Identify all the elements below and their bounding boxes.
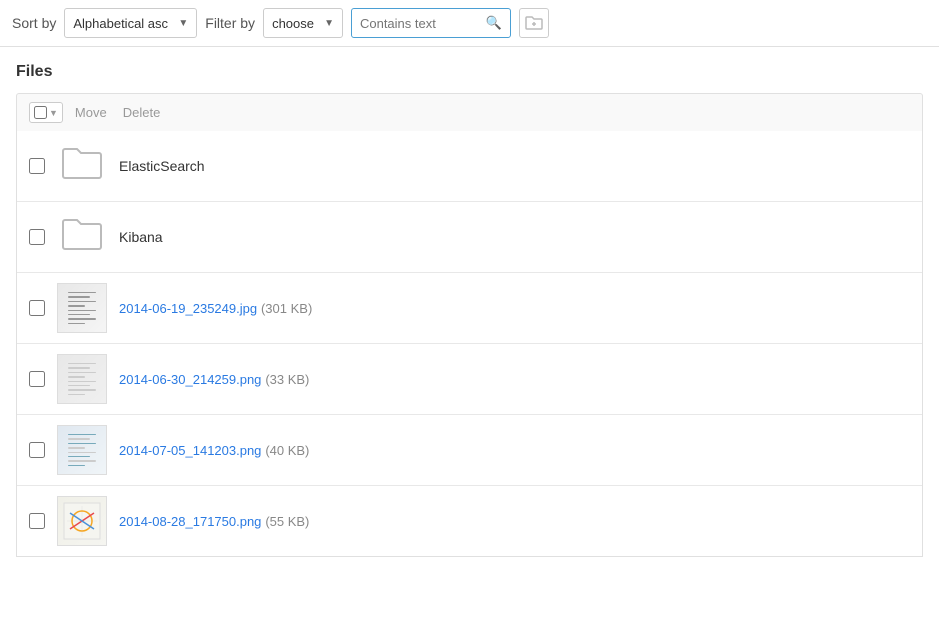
filter-select[interactable]: choose <box>272 16 318 31</box>
filter-by-label: Filter by <box>205 15 255 31</box>
file-thumb-1 <box>57 283 107 333</box>
table-row: 2014-06-19_235249.jpg (301 KB) <box>17 273 922 344</box>
file-name-2: 2014-06-30_214259.png (33 KB) <box>119 371 309 387</box>
move-button[interactable]: Move <box>71 103 111 122</box>
file-list: ElasticSearch Kibana <box>16 131 923 557</box>
table-row: ElasticSearch <box>17 131 922 202</box>
select-all-arrow[interactable]: ▼ <box>49 108 58 118</box>
files-title: Files <box>16 63 923 81</box>
folder-name-kibana[interactable]: Kibana <box>119 229 163 245</box>
search-input[interactable] <box>360 16 482 31</box>
file-link-2[interactable]: 2014-06-30_214259.png <box>119 372 261 387</box>
select-all-checkbox-wrapper[interactable]: ▼ <box>29 102 63 123</box>
diagram-svg <box>62 501 102 541</box>
file-thumbnail-3 <box>57 425 107 475</box>
sort-dropdown-arrow: ▼ <box>178 18 188 29</box>
file-thumb-4 <box>57 496 107 546</box>
sort-select[interactable]: Alphabetical asc <box>73 16 172 31</box>
file-thumbnail-4 <box>57 496 107 546</box>
files-section: Files ▼ Move Delete ElasticSearch <box>0 47 939 557</box>
file-thumbnail-1 <box>57 283 107 333</box>
sort-select-wrapper[interactable]: Alphabetical asc ▼ <box>64 8 197 38</box>
file-size-4: (55 KB) <box>265 514 309 529</box>
row-checkbox-elasticsearch[interactable] <box>29 158 45 174</box>
table-row: 2014-08-28_171750.png (55 KB) <box>17 486 922 556</box>
filter-dropdown-arrow: ▼ <box>324 18 334 29</box>
file-size-3: (40 KB) <box>265 443 309 458</box>
file-name-1: 2014-06-19_235249.jpg (301 KB) <box>119 300 312 316</box>
row-checkbox-kibana[interactable] <box>29 229 45 245</box>
file-thumb-2 <box>57 354 107 404</box>
file-link-1[interactable]: 2014-06-19_235249.jpg <box>119 301 257 316</box>
table-row: Kibana <box>17 202 922 273</box>
actions-bar: ▼ Move Delete <box>16 93 923 131</box>
row-checkbox-file3[interactable] <box>29 442 45 458</box>
file-thumbnail-2 <box>57 354 107 404</box>
file-name-3: 2014-07-05_141203.png (40 KB) <box>119 442 309 458</box>
folder-thumb-kibana <box>57 212 107 262</box>
file-thumb-3 <box>57 425 107 475</box>
row-checkbox-file4[interactable] <box>29 513 45 529</box>
search-box[interactable]: 🔍 <box>351 8 511 38</box>
delete-button[interactable]: Delete <box>119 103 165 122</box>
search-icon[interactable]: 🔍 <box>486 15 502 31</box>
file-link-4[interactable]: 2014-08-28_171750.png <box>119 514 261 529</box>
new-folder-button[interactable] <box>519 8 549 38</box>
sort-by-label: Sort by <box>12 15 56 31</box>
folder-name-elasticsearch[interactable]: ElasticSearch <box>119 158 205 174</box>
file-size-2: (33 KB) <box>265 372 309 387</box>
row-checkbox-file2[interactable] <box>29 371 45 387</box>
select-all-checkbox[interactable] <box>34 106 47 119</box>
file-size-1: (301 KB) <box>261 301 312 316</box>
table-row: 2014-07-05_141203.png (40 KB) <box>17 415 922 486</box>
folder-icon <box>61 216 103 258</box>
file-link-3[interactable]: 2014-07-05_141203.png <box>119 443 261 458</box>
table-row: 2014-06-30_214259.png (33 KB) <box>17 344 922 415</box>
toolbar: Sort by Alphabetical asc ▼ Filter by cho… <box>0 0 939 47</box>
filter-select-wrapper[interactable]: choose ▼ <box>263 8 343 38</box>
folder-thumb-elasticsearch <box>57 141 107 191</box>
folder-add-icon <box>525 15 543 31</box>
row-checkbox-file1[interactable] <box>29 300 45 316</box>
file-name-4: 2014-08-28_171750.png (55 KB) <box>119 513 309 529</box>
folder-icon <box>61 145 103 187</box>
